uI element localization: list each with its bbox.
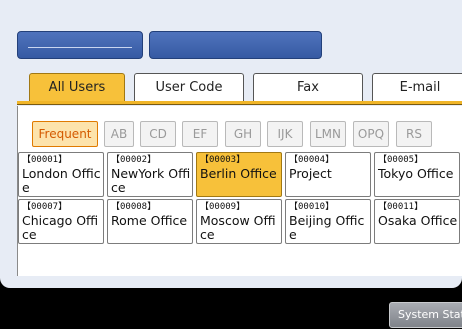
entry-number: 【00004】 [289,155,335,165]
tab-user-code[interactable]: User Code [134,73,244,101]
address-book-screen: All Users User Code Fax E-mail Frequent … [0,0,462,288]
entry-name: Osaka Office [378,213,458,228]
entry-number: 【00007】 [22,202,68,212]
tab-fax[interactable]: Fax [253,73,363,101]
entry-name: Tokyo Office [378,166,454,181]
index-key-ab[interactable]: AB [104,121,134,147]
entry-number: 【00005】 [378,155,424,165]
index-key-frequent[interactable]: Frequent [32,121,98,147]
tab-bar: All Users User Code Fax E-mail [17,73,462,101]
tab-email[interactable]: E-mail [372,73,462,101]
entry-name: Moscow Office [200,213,276,242]
tab-label: All Users [48,80,106,95]
index-key-cd[interactable]: CD [140,121,176,147]
entry-name: Rome Office [111,213,188,228]
address-entry-chicago-office[interactable]: 【00007】 Chicago Office [18,199,104,244]
tab-underline-shadow [17,104,462,105]
empty-value-dash [28,47,132,48]
index-key-ijk[interactable]: IJK [267,121,303,147]
tab-label: Fax [297,80,319,95]
index-key-lmn[interactable]: LMN [310,121,346,147]
entry-name: Berlin Office [200,166,277,181]
entry-name: Chicago Office [22,213,99,242]
entry-name: Project [289,166,332,181]
address-entry-project[interactable]: 【00004】 Project [285,152,371,197]
entry-name: NewYork Office [111,166,191,195]
index-key-gh[interactable]: GH [225,121,261,147]
address-entry-newyork-office[interactable]: 【00002】 NewYork Office [107,152,193,197]
entry-number: 【00001】 [22,155,68,165]
tab-label: User Code [155,80,223,95]
tab-all-users[interactable]: All Users [29,73,125,101]
entry-number: 【00003】 [200,155,246,165]
destination-display-button[interactable] [149,31,322,59]
address-entry-london-office[interactable]: 【00001】 London Office [18,152,104,197]
entry-number: 【00002】 [111,155,157,165]
address-panel: Frequent AB CD EF GH IJK LMN OPQ RS 【000… [17,106,462,276]
entry-number: 【00010】 [289,202,335,212]
system-status-button[interactable]: System Status [389,302,462,328]
tab-label: E-mail [399,80,441,95]
system-status-label: System Status [398,308,462,321]
address-entry-moscow-office[interactable]: 【00009】 Moscow Office [196,199,282,244]
address-entry-osaka-office[interactable]: 【00011】 Osaka Office [374,199,460,244]
address-entry-tokyo-office[interactable]: 【00005】 Tokyo Office [374,152,460,197]
entry-number: 【00008】 [111,202,157,212]
index-key-rs[interactable]: RS [396,121,432,147]
entry-name: Beijing Office [289,213,365,242]
index-key-opq[interactable]: OPQ [353,121,389,147]
entry-number: 【00009】 [200,202,246,212]
address-entry-rome-office[interactable]: 【00008】 Rome Office [107,199,193,244]
address-entry-berlin-office[interactable]: 【00003】 Berlin Office [196,152,282,197]
address-entry-beijing-office[interactable]: 【00010】 Beijing Office [285,199,371,244]
entry-name: London Office [22,166,101,195]
destination-field-button[interactable] [17,31,143,59]
index-key-ef[interactable]: EF [182,121,218,147]
entry-number: 【00011】 [378,202,424,212]
